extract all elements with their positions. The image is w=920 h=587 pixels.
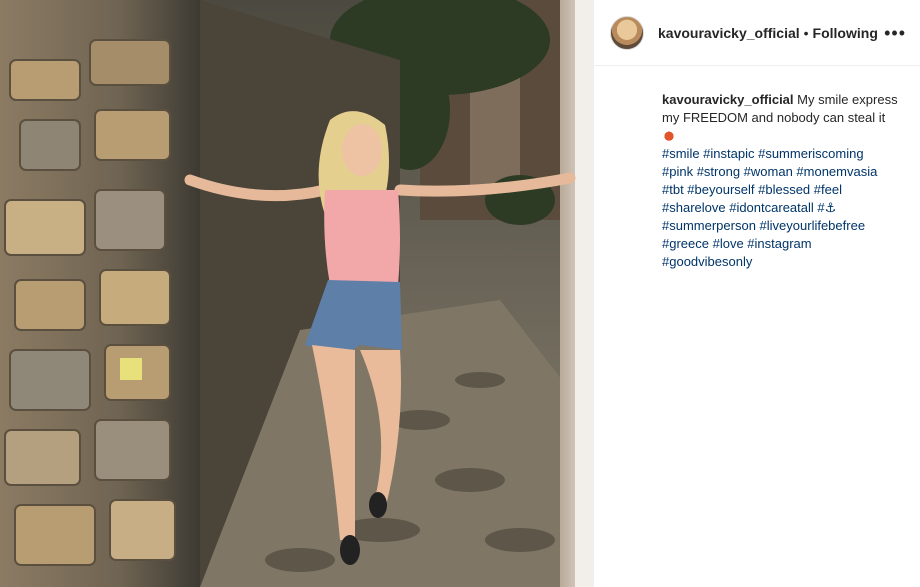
post-caption: kavouravicky_official My smile express m… [662, 91, 902, 271]
hashtags-line[interactable]: #tbt #beyourself #blessed #feel [662, 182, 842, 197]
header-username[interactable]: kavouravicky_official [658, 25, 800, 41]
hashtags-line[interactable]: #greece #love #instagram [662, 236, 812, 251]
anchor-emoji-icon: ⚓ [824, 200, 837, 215]
following-button[interactable]: Following [813, 25, 878, 41]
instagram-post: kavouravicky_official • Following ••• kavo… [0, 0, 920, 587]
header-separator: • [803, 24, 809, 41]
post-sidebar: kavouravicky_official • Following ••• kavo… [593, 0, 920, 587]
crab-emoji-icon [662, 129, 676, 141]
more-horizontal-icon[interactable]: ••• [884, 24, 906, 42]
hashtags-line[interactable]: #summerperson #liveyourlifebefree [662, 218, 865, 233]
avatar[interactable] [610, 15, 644, 50]
caption-username[interactable]: kavouravicky_official [662, 92, 794, 107]
hashtags-line[interactable]: #goodvibesonly [662, 254, 752, 269]
post-photo[interactable] [0, 0, 593, 587]
photo-illustration [0, 0, 593, 587]
hashtag-list: #smile #instapic #summeriscoming #pink #… [662, 145, 902, 271]
hashtags-line[interactable]: #smile #instapic #summeriscoming [662, 146, 864, 161]
header-text: kavouravicky_official • Following [658, 25, 878, 41]
hashtags-line[interactable]: #sharelove #idontcareatall # [662, 200, 825, 215]
post-header: kavouravicky_official • Following ••• [594, 0, 920, 66]
hashtags-line[interactable]: #pink #strong #woman #monemvasia [662, 164, 877, 179]
sticker-note [120, 358, 142, 380]
